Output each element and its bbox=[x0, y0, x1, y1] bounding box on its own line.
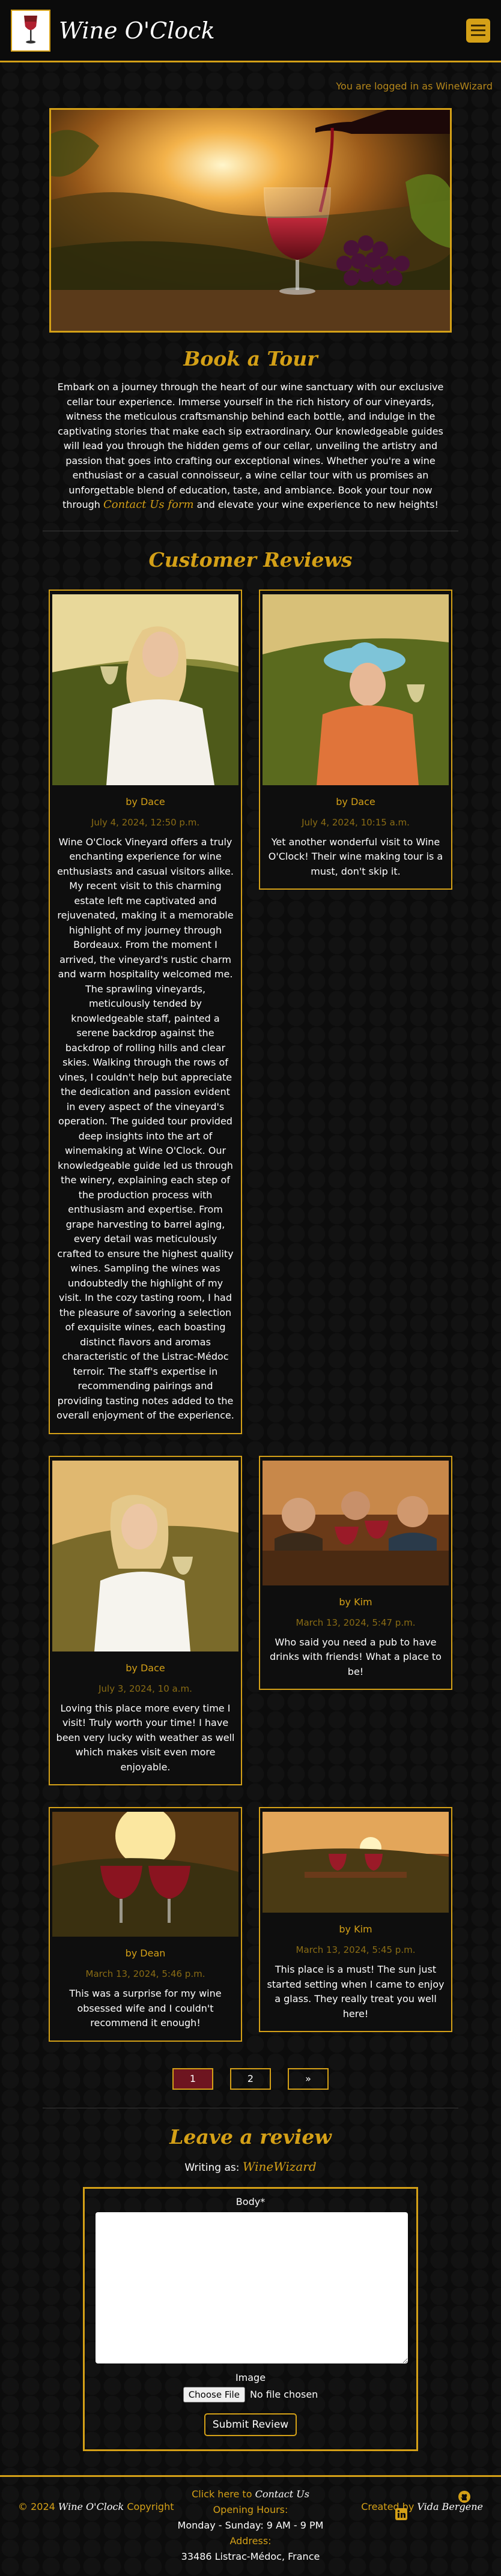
footer-social bbox=[395, 2490, 483, 2535]
navbar: Wine O'Clock bbox=[0, 0, 501, 62]
brand[interactable]: Wine O'Clock bbox=[11, 9, 215, 52]
tour-description: Embark on a journey through the heart of… bbox=[57, 381, 444, 510]
choose-file-button[interactable]: Choose File bbox=[183, 2386, 245, 2403]
review-card: by Dace July 4, 2024, 12:50 p.m. Wine O'… bbox=[49, 589, 242, 1434]
linkedin-icon[interactable] bbox=[395, 2508, 407, 2520]
file-input: Choose File No file chosen bbox=[96, 2386, 405, 2403]
review-card: by Dean March 13, 2024, 5:46 p.m. This w… bbox=[49, 1807, 242, 2042]
writing-as: Writing as: WineWizard bbox=[0, 2159, 501, 2174]
review-body: This place is a must! The sun just start… bbox=[267, 1964, 445, 2019]
created-by-author: Vida Bergene bbox=[417, 2500, 483, 2512]
tour-title: Book a Tour bbox=[183, 347, 318, 370]
review-date: July 3, 2024, 10 a.m. bbox=[99, 1683, 192, 1694]
review-date: July 4, 2024, 12:50 p.m. bbox=[91, 816, 200, 828]
review-date: March 13, 2024, 5:47 p.m. bbox=[296, 1617, 416, 1628]
contact-us-form-link[interactable]: Contact Us form bbox=[103, 498, 194, 511]
contact-line: Click here to Contact Us bbox=[0, 2487, 501, 2502]
click-here-text: Click here to bbox=[192, 2488, 252, 2500]
review-body-input[interactable] bbox=[96, 2212, 408, 2363]
github-icon[interactable] bbox=[458, 2490, 471, 2503]
review-card: by Kim March 13, 2024, 5:47 p.m. Who sai… bbox=[259, 1455, 452, 1690]
no-file-chosen-text: No file chosen bbox=[249, 2389, 318, 2400]
page-2-button[interactable]: 2 bbox=[230, 2068, 271, 2090]
review-body: Yet another wonderful visit to Wine O'Cl… bbox=[268, 836, 443, 877]
review-author: by Dean bbox=[125, 1947, 166, 1959]
leave-review-title: Leave a review bbox=[169, 2125, 332, 2149]
review-author: by Dace bbox=[126, 1662, 165, 1674]
address: 33486 Listrac-Médoc, France bbox=[181, 2550, 320, 2562]
review-photo bbox=[263, 1460, 449, 1585]
footer-contact-us-link[interactable]: Contact Us bbox=[255, 2488, 309, 2500]
writing-as-label: Writing as: bbox=[184, 2161, 240, 2174]
tour-description-end: and elevate your wine experience to new … bbox=[196, 499, 439, 510]
review-card: by Dace July 3, 2024, 10 a.m. Loving thi… bbox=[49, 1455, 242, 1785]
image-label: Image bbox=[235, 2371, 266, 2383]
review-photo bbox=[52, 1812, 238, 1937]
wine-glass-logo-icon[interactable] bbox=[11, 9, 50, 52]
submit-review-button[interactable]: Submit Review bbox=[204, 2413, 297, 2436]
review-body: Who said you need a pub to have drinks w… bbox=[270, 1636, 442, 1677]
hero-image bbox=[49, 108, 452, 333]
review-grid: by Dace July 4, 2024, 12:50 p.m. Wine O'… bbox=[49, 589, 452, 2042]
review-photo bbox=[52, 1460, 238, 1651]
review-author: by Kim bbox=[339, 1596, 372, 1608]
pagination: 1 2 » bbox=[0, 2068, 501, 2090]
review-date: March 13, 2024, 5:46 p.m. bbox=[85, 1968, 205, 1979]
review-card: by Kim March 13, 2024, 5:45 p.m. This pl… bbox=[259, 1807, 452, 2032]
review-author: by Dace bbox=[126, 795, 165, 807]
review-photo bbox=[263, 1812, 449, 1913]
logged-in-status: You are logged in as WineWizard bbox=[336, 80, 493, 92]
body-label: Body* bbox=[235, 2195, 266, 2207]
review-author: by Kim bbox=[339, 1923, 372, 1935]
review-date: July 4, 2024, 10:15 a.m. bbox=[302, 816, 410, 828]
review-photo bbox=[263, 594, 449, 785]
review-body: This was a surprise for my wine obsessed… bbox=[69, 1988, 222, 2029]
review-body: Wine O'Clock Vineyard offers a truly enc… bbox=[56, 836, 234, 1422]
review-form: Body* Image Choose File No file chosen S… bbox=[83, 2186, 418, 2451]
review-body: Loving this place more every time I visi… bbox=[56, 1702, 235, 1773]
brand-name[interactable]: Wine O'Clock bbox=[59, 17, 215, 44]
page-1-button[interactable]: 1 bbox=[172, 2068, 213, 2090]
menu-toggle-icon[interactable] bbox=[466, 18, 490, 43]
review-author: by Dace bbox=[336, 795, 375, 807]
review-photo bbox=[52, 594, 238, 785]
review-date: March 13, 2024, 5:45 p.m. bbox=[296, 1944, 416, 1955]
next-page-button[interactable]: » bbox=[288, 2068, 329, 2090]
address-label: Address: bbox=[229, 2535, 272, 2547]
review-card: by Dace July 4, 2024, 10:15 a.m. Yet ano… bbox=[259, 589, 452, 890]
wine-pour-image bbox=[51, 110, 450, 331]
tour-text: Embark on a journey through the heart of… bbox=[51, 380, 450, 513]
writing-as-username: WineWizard bbox=[242, 2159, 317, 2174]
reviews-title: Customer Reviews bbox=[148, 547, 353, 572]
footer: © 2024 Wine O'Clock Copyright Click here… bbox=[0, 2475, 501, 2576]
